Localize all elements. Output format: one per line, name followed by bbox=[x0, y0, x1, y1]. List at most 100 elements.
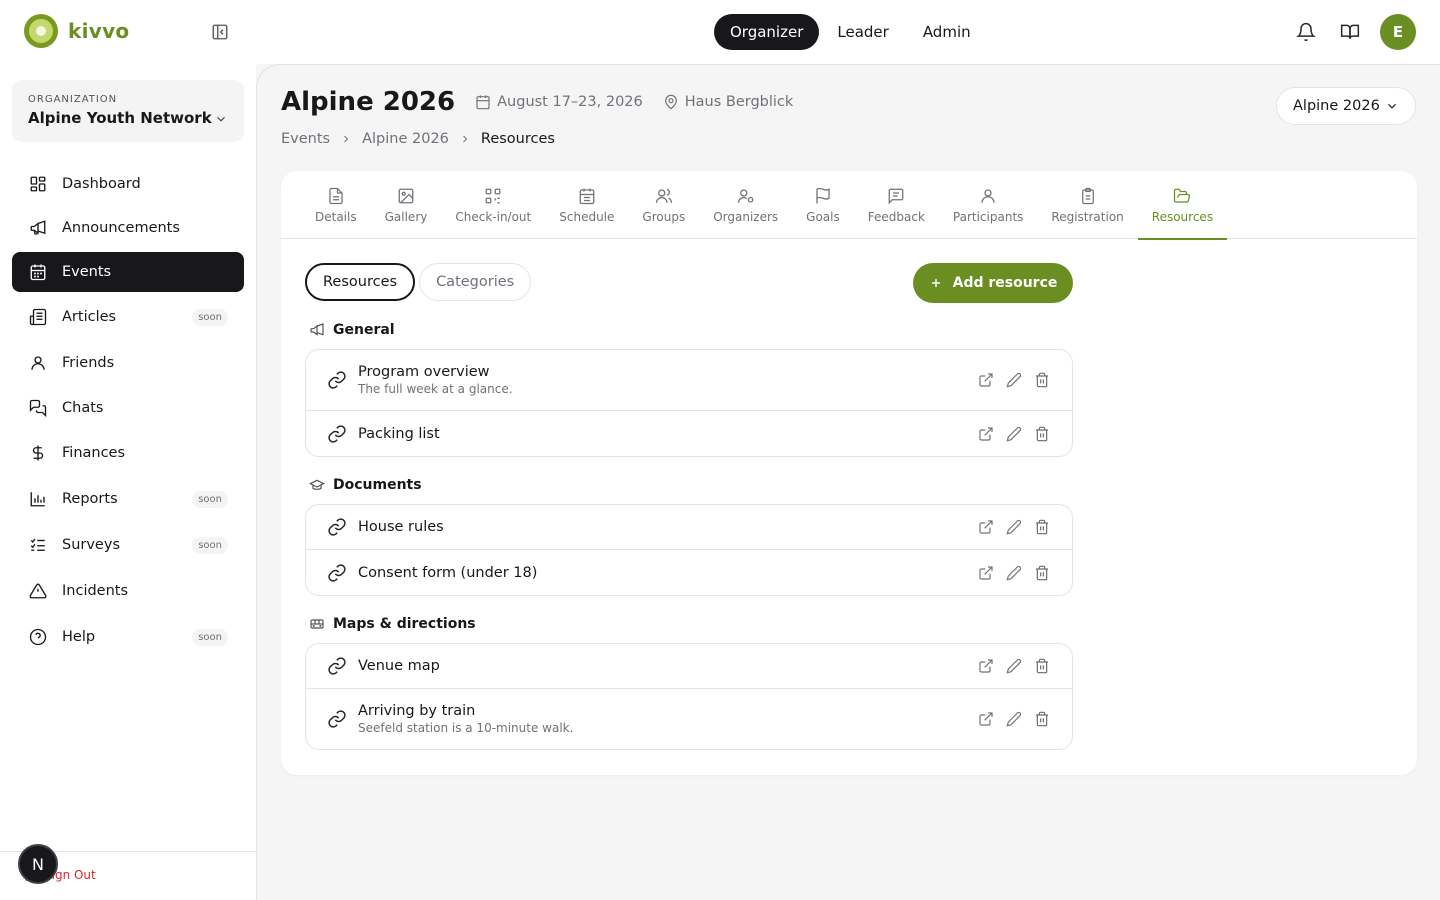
resource-text: Venue map bbox=[358, 658, 976, 674]
sidebar-item-friends[interactable]: Friends bbox=[12, 342, 244, 384]
breadcrumb-event[interactable]: Alpine 2026 bbox=[362, 131, 449, 147]
tab-participants[interactable]: Participants bbox=[939, 171, 1038, 239]
sidebar-item-chats[interactable]: Chats bbox=[12, 388, 244, 428]
sidebar-item-reports[interactable]: Reports soon bbox=[12, 478, 244, 520]
notifications-button[interactable] bbox=[1292, 18, 1320, 46]
role-leader[interactable]: Leader bbox=[821, 14, 904, 50]
main-content: Alpine 2026 August 17–23, 2026 Haus Berg… bbox=[256, 64, 1440, 900]
edit-button[interactable] bbox=[1004, 563, 1024, 583]
tab-schedule[interactable]: Schedule bbox=[545, 171, 628, 239]
tab-gallery[interactable]: Gallery bbox=[371, 171, 442, 239]
tab-check-in-out[interactable]: Check-in/out bbox=[441, 171, 545, 239]
resource-row[interactable]: Packing list bbox=[306, 411, 1072, 456]
resource-title: Arriving by train bbox=[358, 703, 476, 719]
docs-button[interactable] bbox=[1336, 18, 1364, 46]
delete-button[interactable] bbox=[1032, 424, 1052, 444]
edit-button[interactable] bbox=[1004, 709, 1024, 729]
open-external-button[interactable] bbox=[976, 563, 996, 583]
plus-icon bbox=[931, 278, 940, 288]
kiwi-logo-icon bbox=[24, 14, 58, 48]
sidebar-item-dashboard[interactable]: Dashboard bbox=[12, 164, 244, 204]
delete-button[interactable] bbox=[1032, 563, 1052, 583]
resource-row[interactable]: Program overview The full week at a glan… bbox=[306, 350, 1072, 411]
user-avatar[interactable]: E bbox=[1380, 14, 1416, 50]
delete-button[interactable] bbox=[1032, 709, 1052, 729]
sidebar-item-finances[interactable]: Finances bbox=[12, 432, 244, 474]
delete-button[interactable] bbox=[1032, 517, 1052, 537]
resource-row[interactable]: Venue map bbox=[306, 644, 1072, 689]
edit-button[interactable] bbox=[1004, 517, 1024, 537]
tab-label: Check-in/out bbox=[455, 210, 532, 224]
open-external-button[interactable] bbox=[976, 517, 996, 537]
pencil-icon bbox=[1006, 658, 1022, 674]
add-resource-button[interactable]: Add resource bbox=[913, 263, 1073, 303]
pencil-icon bbox=[1006, 565, 1022, 581]
open-external-button[interactable] bbox=[976, 656, 996, 676]
logo[interactable]: kivvo bbox=[24, 14, 129, 48]
tab-organizers[interactable]: Organizers bbox=[699, 171, 792, 239]
subtab-resources[interactable]: Resources bbox=[305, 263, 416, 301]
edit-button[interactable] bbox=[1004, 656, 1024, 676]
soon-badge: soon bbox=[192, 308, 228, 326]
delete-button[interactable] bbox=[1032, 656, 1052, 676]
org-switcher[interactable]: Organization Alpine Youth Network bbox=[12, 80, 244, 142]
resource-title: Consent form (under 18) bbox=[358, 564, 538, 581]
trash-icon bbox=[1036, 372, 1048, 388]
open-external-button[interactable] bbox=[976, 424, 996, 444]
breadcrumb-events[interactable]: Events bbox=[281, 131, 330, 147]
resource-text: Program overview The full week at a glan… bbox=[358, 364, 976, 396]
sidebar-item-label: Incidents bbox=[62, 583, 129, 599]
resource-row[interactable]: Consent form (under 18) bbox=[306, 550, 1072, 595]
external-link-icon bbox=[979, 565, 993, 580]
org-name: Alpine Youth Network bbox=[28, 109, 212, 127]
role-organizer[interactable]: Organizer bbox=[714, 14, 820, 50]
tab-groups[interactable]: Groups bbox=[628, 171, 699, 239]
delete-button[interactable] bbox=[1032, 370, 1052, 390]
sidebar-item-label: Chats bbox=[62, 400, 104, 416]
pencil-icon bbox=[1006, 519, 1022, 535]
dashboard-icon bbox=[28, 174, 48, 194]
tab-resources[interactable]: Resources bbox=[1137, 171, 1228, 240]
trash-icon bbox=[1036, 519, 1048, 535]
sidebar-item-incidents[interactable]: Incidents bbox=[12, 570, 244, 612]
section-title-text: Maps & directions bbox=[333, 616, 476, 632]
sidebar-item-events[interactable]: Events bbox=[12, 252, 244, 292]
section-general-title: General bbox=[309, 322, 395, 338]
tab-goals[interactable]: Goals bbox=[792, 171, 854, 239]
open-external-button[interactable] bbox=[976, 370, 996, 390]
sidebar-item-surveys[interactable]: Surveys soon bbox=[12, 524, 244, 566]
sidebar-item-label: Friends bbox=[62, 355, 115, 371]
open-external-button[interactable] bbox=[976, 709, 996, 729]
event-selector[interactable]: Alpine 2026 bbox=[1276, 87, 1416, 125]
sidebar-item-label: Surveys bbox=[62, 537, 120, 553]
org-label: Organization bbox=[28, 94, 118, 105]
bar-chart-icon bbox=[28, 489, 48, 509]
edit-button[interactable] bbox=[1004, 370, 1024, 390]
resource-row[interactable]: Arriving by train Seefeld station is a 1… bbox=[306, 689, 1072, 749]
role-switcher: Organizer Leader Admin bbox=[714, 14, 987, 50]
calendar-icon bbox=[577, 186, 597, 206]
tab-details[interactable]: Details bbox=[301, 171, 371, 239]
sidebar-collapse-button[interactable] bbox=[208, 20, 232, 44]
tab-label: Gallery bbox=[384, 210, 428, 224]
pencil-icon bbox=[1006, 426, 1022, 442]
graduation-cap-icon bbox=[309, 479, 325, 490]
subtab-categories[interactable]: Categories bbox=[419, 263, 532, 301]
resource-row[interactable]: House rules bbox=[306, 505, 1072, 550]
panel-left-icon bbox=[212, 24, 228, 40]
sidebar-item-help[interactable]: Help soon bbox=[12, 616, 244, 658]
tab-feedback[interactable]: Feedback bbox=[854, 171, 939, 239]
resource-text: House rules bbox=[358, 519, 976, 535]
section-documents-title: Documents bbox=[309, 477, 422, 493]
tab-registration[interactable]: Registration bbox=[1037, 171, 1137, 239]
user-cog-icon bbox=[736, 186, 756, 206]
section-title-text: General bbox=[333, 322, 395, 338]
edit-button[interactable] bbox=[1004, 424, 1024, 444]
role-admin[interactable]: Admin bbox=[907, 14, 987, 50]
sidebar-item-articles[interactable]: Articles soon bbox=[12, 296, 244, 338]
app-name: kivvo bbox=[68, 19, 130, 43]
folder-open-icon bbox=[1172, 186, 1192, 206]
bell-icon bbox=[1296, 22, 1316, 42]
sidebar-item-announcements[interactable]: Announcements bbox=[12, 208, 244, 248]
dev-tools-badge[interactable]: N bbox=[18, 844, 58, 884]
